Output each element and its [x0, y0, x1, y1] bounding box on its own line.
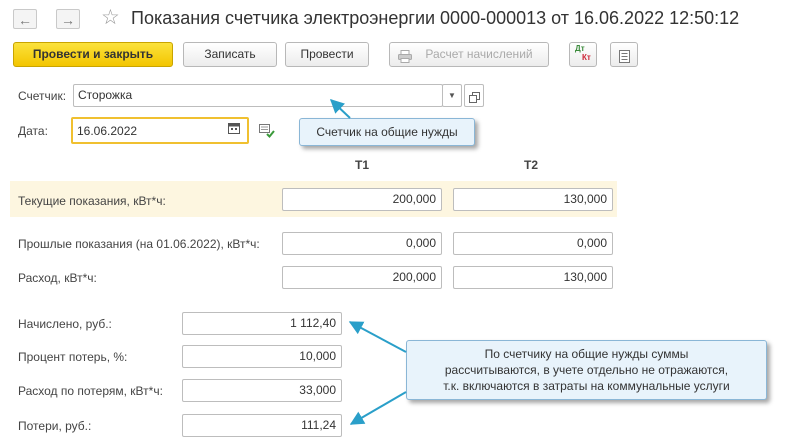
losses-callout-arrow [349, 391, 407, 425]
meter-callout-arrow [329, 99, 351, 119]
accrued-callout-arrow [348, 321, 407, 353]
callout-arrows [329, 99, 407, 425]
